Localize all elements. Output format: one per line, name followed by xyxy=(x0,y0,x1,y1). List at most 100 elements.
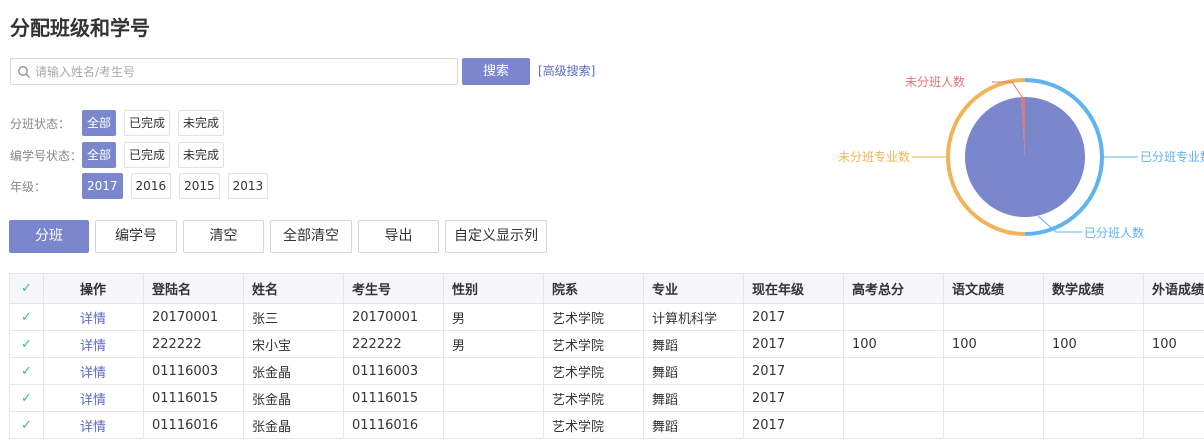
row-checkbox[interactable]: ✓ xyxy=(9,411,44,439)
chart-label: 已分班专业数 xyxy=(1140,149,1204,164)
table-cell: 详情 xyxy=(43,384,144,412)
table-cell: 2017 xyxy=(743,357,844,385)
chip-number-undone[interactable]: 未完成 xyxy=(178,142,225,168)
table-row[interactable]: ✓ 详情 222222 宋小宝 222222 男艺术学院 舞蹈 2017 100 100 100 10… xyxy=(9,330,1204,358)
table-cell xyxy=(443,357,544,385)
check-icon: ✓ xyxy=(21,363,32,379)
class-distribution-chart: 未分班人数未分班专业数 已分班专业数已分班人数 xyxy=(838,74,1204,240)
check-icon: ✓ xyxy=(21,390,32,406)
detail-link[interactable]: 详情 xyxy=(80,393,106,408)
table-cell xyxy=(1043,411,1144,439)
column-header: 外语成绩 xyxy=(1143,273,1204,304)
table-cell xyxy=(1043,384,1144,412)
table-cell: 01116003 xyxy=(343,357,444,385)
detail-link[interactable]: 详情 xyxy=(80,312,106,327)
search-input[interactable] xyxy=(35,59,455,84)
chip-number-all[interactable]: 全部 xyxy=(82,142,117,168)
chip-class-undone[interactable]: 未完成 xyxy=(178,110,225,136)
chip-class-done[interactable]: 已完成 xyxy=(124,110,171,136)
detail-link[interactable]: 详情 xyxy=(80,366,106,381)
detail-link[interactable]: 详情 xyxy=(80,339,106,354)
table-cell: 20170001 xyxy=(343,303,444,331)
action-bar: 分班 编学号 清空 全部清空 导出 自定义显示列 xyxy=(9,220,553,253)
table-cell xyxy=(1143,411,1204,439)
table-row[interactable]: ✓ 详情 20170001 张三 20170001 男艺术学院 计算机科学 2017 xyxy=(9,303,1204,331)
filter-label: 分班状态： xyxy=(10,116,71,131)
clear-button[interactable]: 清空 xyxy=(183,220,264,253)
check-icon: ✓ xyxy=(21,309,32,325)
filter-grade: 年级： 2017 2016 2015 2013 xyxy=(10,173,276,199)
table-cell: 男 xyxy=(443,303,544,331)
column-header: 姓名 xyxy=(243,273,344,304)
chip-number-done[interactable]: 已完成 xyxy=(124,142,171,168)
table-cell: 艺术学院 xyxy=(543,330,644,358)
column-header: 操作 xyxy=(43,273,144,304)
student-table: ✓ 操作 登陆名 姓名 考生号 性别 院系 专业 现在年级 高考总分 语文成绩 … xyxy=(9,273,1204,439)
assign-class-button[interactable]: 分班 xyxy=(9,220,89,253)
table-cell: 张三 xyxy=(243,303,344,331)
table-cell: 2017 xyxy=(743,411,844,439)
column-header: 考生号 xyxy=(343,273,444,304)
table-cell xyxy=(943,411,1044,439)
table-cell: 100 xyxy=(943,330,1044,358)
chip-grade-2016[interactable]: 2016 xyxy=(130,173,172,199)
clear-all-button[interactable]: 全部清空 xyxy=(270,220,352,253)
filter-number-status: 编学号状态： 全部 已完成 未完成 xyxy=(10,142,232,168)
search-button[interactable]: 搜索 xyxy=(462,58,530,85)
chip-class-all[interactable]: 全部 xyxy=(82,110,117,136)
column-header: 现在年级 xyxy=(743,273,844,304)
row-checkbox[interactable]: ✓ xyxy=(9,303,44,331)
search-field[interactable] xyxy=(10,58,458,85)
row-checkbox[interactable]: ✓ xyxy=(9,330,44,358)
check-icon: ✓ xyxy=(21,336,32,352)
table-cell: 计算机科学 xyxy=(643,303,744,331)
column-header: 数学成绩 xyxy=(1043,273,1144,304)
table-row[interactable]: ✓ 详情 01116015 张金晶 01116015 艺术学院 舞蹈 2017 xyxy=(9,384,1204,412)
table-cell xyxy=(1043,303,1144,331)
row-checkbox[interactable]: ✓ xyxy=(9,357,44,385)
column-header: 高考总分 xyxy=(843,273,944,304)
table-row[interactable]: ✓ 详情 01116003 张金晶 01116003 艺术学院 舞蹈 2017 xyxy=(9,357,1204,385)
table-row[interactable]: ✓ 详情 01116016 张金晶 01116016 艺术学院 舞蹈 2017 xyxy=(9,411,1204,439)
page-title: 分配班级和学号 xyxy=(10,16,150,40)
table-cell: 舞蹈 xyxy=(643,357,744,385)
chart-label: 未分班人数 xyxy=(905,74,965,89)
custom-columns-button[interactable]: 自定义显示列 xyxy=(445,220,547,253)
table-cell: 艺术学院 xyxy=(543,357,644,385)
column-header: 语文成绩 xyxy=(943,273,1044,304)
table-cell: 20170001 xyxy=(143,303,244,331)
table-cell xyxy=(843,357,944,385)
table-cell: 张金晶 xyxy=(243,411,344,439)
table-cell: 01116015 xyxy=(343,384,444,412)
chart-label: 已分班人数 xyxy=(1084,225,1144,240)
table-cell: 详情 xyxy=(43,357,144,385)
search-icon xyxy=(18,66,31,79)
select-all-checkbox[interactable]: ✓ xyxy=(9,273,44,304)
assign-number-button[interactable]: 编学号 xyxy=(95,220,177,253)
chip-grade-2017[interactable]: 2017 xyxy=(82,173,123,199)
table-cell xyxy=(843,303,944,331)
filter-label: 编学号状态： xyxy=(10,148,83,163)
table-cell: 01116015 xyxy=(143,384,244,412)
table-cell: 详情 xyxy=(43,303,144,331)
chip-grade-2013[interactable]: 2013 xyxy=(227,173,269,199)
check-icon: ✓ xyxy=(21,417,32,433)
table-cell: 100 xyxy=(843,330,944,358)
table-cell xyxy=(843,411,944,439)
export-button[interactable]: 导出 xyxy=(358,220,439,253)
table-cell: 详情 xyxy=(43,411,144,439)
column-header: 性别 xyxy=(443,273,544,304)
row-checkbox[interactable]: ✓ xyxy=(9,384,44,412)
table-cell: 张金晶 xyxy=(243,357,344,385)
table-cell xyxy=(843,384,944,412)
table-cell xyxy=(443,384,544,412)
chip-grade-2015[interactable]: 2015 xyxy=(179,173,220,199)
table-cell xyxy=(443,411,544,439)
table-cell: 艺术学院 xyxy=(543,384,644,412)
table-cell: 2017 xyxy=(743,384,844,412)
column-header: 登陆名 xyxy=(143,273,244,304)
detail-link[interactable]: 详情 xyxy=(80,420,106,435)
table-cell: 2017 xyxy=(743,303,844,331)
table-cell: 222222 xyxy=(343,330,444,358)
advanced-search-link[interactable]: [高级搜索] xyxy=(538,62,595,79)
